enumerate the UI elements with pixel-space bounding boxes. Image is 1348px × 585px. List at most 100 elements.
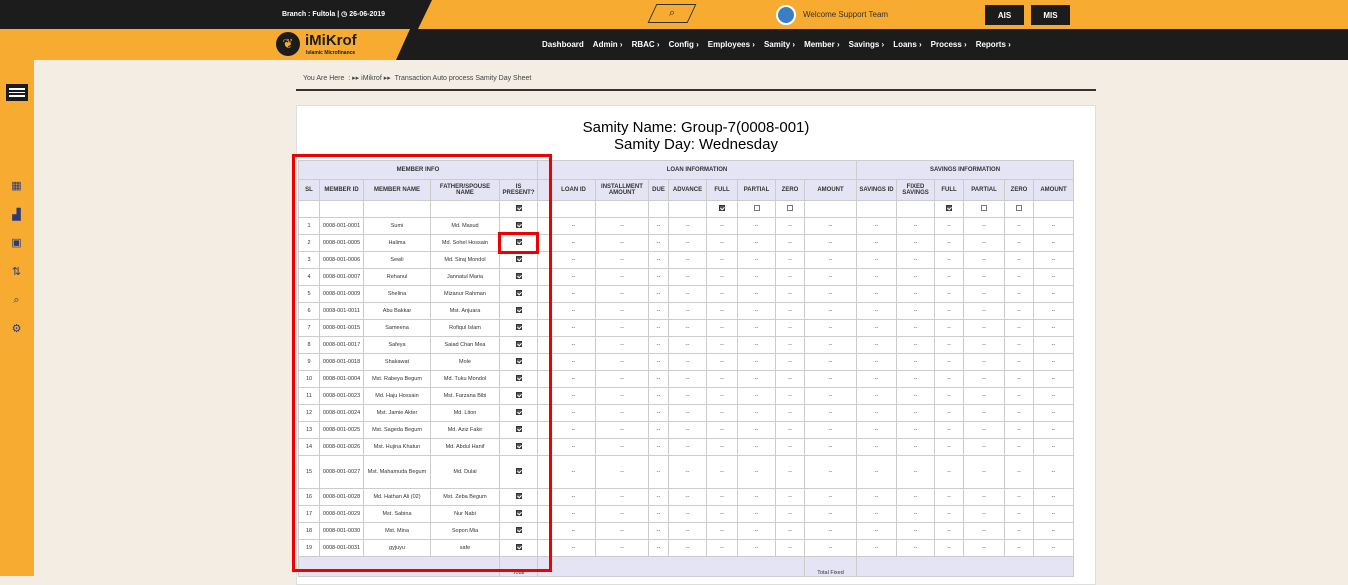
menu-savings[interactable]: Savings › — [849, 40, 885, 49]
cell-value: -- — [896, 505, 935, 523]
cell-value: -- — [1033, 539, 1074, 557]
cell-value: -- — [737, 285, 776, 303]
cell-value: -- — [1033, 522, 1074, 540]
avatar[interactable] — [776, 5, 796, 25]
menu-loans[interactable]: Loans › — [893, 40, 921, 49]
cell-value: -- — [896, 455, 935, 489]
briefcase-icon[interactable]: ▣ — [9, 237, 24, 250]
breadcrumb-current: Transaction Auto process Samity Day Shee… — [394, 75, 532, 82]
cell-value: -- — [934, 370, 964, 388]
cell-value: -- — [896, 268, 935, 286]
cell-value: -- — [934, 302, 964, 320]
breadcrumb-root[interactable]: iMikrof — [361, 75, 382, 82]
cell-value: -- — [595, 488, 649, 506]
chart-icon[interactable]: ▟ — [9, 209, 24, 222]
menu-employees[interactable]: Employees › — [708, 40, 755, 49]
cell-value: -- — [595, 319, 649, 337]
cell-value: -- — [856, 404, 897, 422]
footer-total-fixed: Total Fixed — [804, 556, 857, 577]
cell-value: -- — [595, 421, 649, 439]
hamburger-menu-icon[interactable] — [6, 84, 28, 101]
cell-value: -- — [551, 505, 596, 523]
cell-value: -- — [934, 438, 964, 456]
cell-value: -- — [896, 302, 935, 320]
cell-value: -- — [737, 455, 776, 489]
cell-value: -- — [1004, 488, 1034, 506]
cell-value: -- — [934, 319, 964, 337]
cell-value: -- — [896, 370, 935, 388]
cell-value: -- — [896, 387, 935, 405]
menu-config[interactable]: Config › — [669, 40, 699, 49]
loan-zero-all-checkbox[interactable] — [787, 205, 793, 211]
cell-value: -- — [1033, 370, 1074, 388]
cell-value: -- — [648, 285, 669, 303]
cell-value: -- — [595, 268, 649, 286]
cell-value: -- — [706, 268, 738, 286]
mis-button[interactable]: MIS — [1031, 5, 1070, 25]
cell-value: -- — [934, 522, 964, 540]
search-icon: ⌕ — [668, 7, 676, 19]
cell-value: -- — [648, 370, 669, 388]
cell-value: -- — [1033, 421, 1074, 439]
cell-value: -- — [1033, 251, 1074, 269]
menu-reports[interactable]: Reports › — [976, 40, 1011, 49]
cell-value: -- — [896, 234, 935, 252]
search-icon[interactable]: ⌕ — [9, 294, 24, 307]
menu-member[interactable]: Member › — [804, 40, 840, 49]
cell-value: -- — [1004, 522, 1034, 540]
cell-value: -- — [551, 251, 596, 269]
cell-value: -- — [648, 353, 669, 371]
cell-value: -- — [595, 217, 649, 235]
building-icon[interactable]: ▦ — [9, 180, 24, 193]
cell-value: -- — [595, 234, 649, 252]
cell-value: -- — [856, 522, 897, 540]
sort-icon[interactable]: ⇅ — [9, 266, 24, 279]
cell-value: -- — [963, 336, 1005, 354]
cell-value: -- — [896, 217, 935, 235]
gear-icon[interactable]: ⚙ — [9, 323, 24, 336]
cell-value: -- — [595, 522, 649, 540]
cell-value: -- — [963, 404, 1005, 422]
cell-value: -- — [1033, 455, 1074, 489]
loan-full-all-checkbox[interactable] — [719, 205, 725, 211]
cell-value: -- — [706, 217, 738, 235]
cell-value: -- — [963, 353, 1005, 371]
sav-partial-all-checkbox[interactable] — [981, 205, 987, 211]
cell-value: -- — [737, 387, 776, 405]
cell-value: -- — [737, 268, 776, 286]
col-loan-full: FULL — [706, 179, 738, 201]
cell-value: -- — [648, 302, 669, 320]
menu-samity[interactable]: Samity › — [764, 40, 795, 49]
logo-text[interactable]: iMiKrof — [305, 32, 357, 49]
cell-value: -- — [648, 522, 669, 540]
cell-value: -- — [668, 370, 707, 388]
logo-icon[interactable]: ❦ — [276, 32, 300, 56]
cell-value: -- — [804, 505, 857, 523]
cell-value: -- — [896, 421, 935, 439]
cell-value: -- — [737, 438, 776, 456]
sav-full-all-checkbox[interactable] — [946, 205, 952, 211]
cell-value: -- — [856, 234, 897, 252]
menu-rbac[interactable]: RBAC › — [632, 40, 660, 49]
cell-value: -- — [551, 319, 596, 337]
cell-value: -- — [668, 336, 707, 354]
ais-button[interactable]: AIS — [985, 5, 1024, 25]
menu-process[interactable]: Process › — [931, 40, 967, 49]
menu-admin[interactable]: Admin › — [593, 40, 623, 49]
cell-value: -- — [668, 522, 707, 540]
cell-value: -- — [668, 539, 707, 557]
welcome-text: Welcome Support Team — [803, 10, 889, 19]
cell-value: -- — [963, 438, 1005, 456]
cell-value: -- — [804, 404, 857, 422]
search-button[interactable]: ⌕ — [647, 4, 697, 23]
cell-value: -- — [856, 539, 897, 557]
cell-value: -- — [804, 251, 857, 269]
sav-zero-all-checkbox[interactable] — [1016, 205, 1022, 211]
cell-value: -- — [551, 217, 596, 235]
cell-value: -- — [775, 353, 805, 371]
cell-value: -- — [963, 285, 1005, 303]
samity-day: Samity Day: Wednesday — [614, 136, 778, 153]
cell-value: -- — [775, 370, 805, 388]
loan-partial-all-checkbox[interactable] — [753, 205, 760, 211]
menu-dashboard[interactable]: Dashboard — [542, 40, 584, 49]
